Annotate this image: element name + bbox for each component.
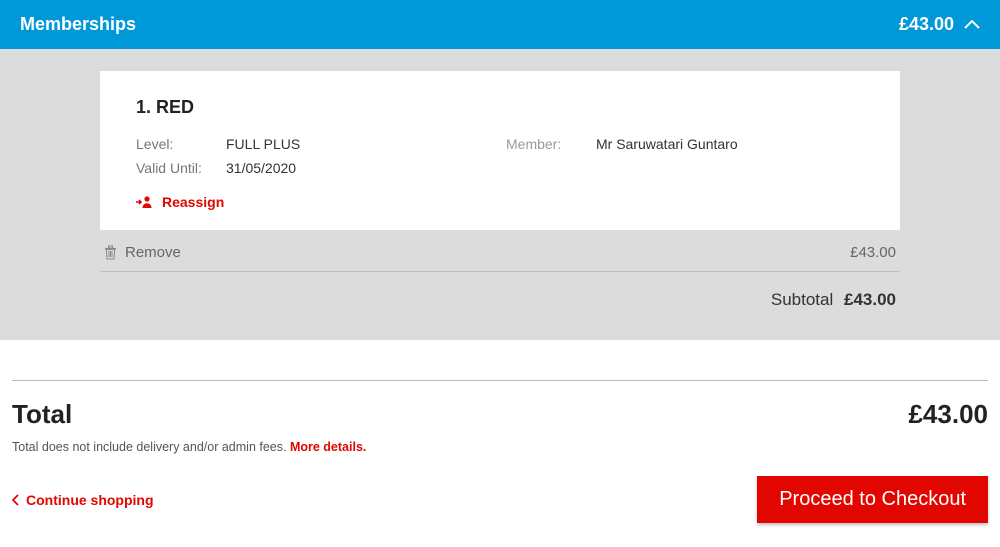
level-label: Level:	[136, 136, 226, 152]
total-row: Total £43.00	[0, 381, 1000, 436]
item-footer-row: Remove £43.00	[100, 234, 900, 272]
total-label: Total	[12, 399, 72, 430]
chevron-left-icon	[12, 494, 20, 506]
item-title: 1. RED	[136, 97, 864, 118]
level-value: FULL PLUS	[226, 136, 506, 152]
subtotal-amount: £43.00	[844, 290, 896, 309]
remove-label: Remove	[125, 244, 181, 261]
footer-row: Continue shopping Proceed to Checkout	[0, 476, 1000, 537]
item-price: £43.00	[850, 244, 896, 261]
valid-until-label: Valid Until:	[136, 160, 226, 176]
panel-header-right: £43.00	[899, 14, 980, 35]
reassign-label: Reassign	[162, 194, 224, 210]
trash-icon	[104, 245, 117, 260]
member-value: Mr Saruwatari Guntaro	[596, 136, 738, 152]
subtotal-row: Subtotal £43.00	[100, 272, 900, 310]
memberships-panel-header[interactable]: Memberships £43.00	[0, 0, 1000, 49]
more-details-link[interactable]: More details.	[290, 440, 366, 454]
details-row: Valid Until: 31/05/2020	[136, 160, 864, 176]
note-text: Total does not include delivery and/or a…	[12, 440, 290, 454]
reassign-button[interactable]: Reassign	[136, 194, 864, 210]
member-label: Member:	[506, 136, 596, 152]
valid-until-value: 31/05/2020	[226, 160, 506, 176]
details-row: Level: FULL PLUS Member: Mr Saruwatari G…	[136, 136, 864, 152]
chevron-up-icon	[964, 20, 980, 30]
panel-title: Memberships	[20, 14, 136, 35]
reassign-icon	[136, 195, 154, 209]
membership-item-card: 1. RED Level: FULL PLUS Member: Mr Saruw…	[100, 71, 900, 230]
remove-button[interactable]: Remove	[104, 244, 181, 261]
subtotal-label: Subtotal	[771, 290, 833, 309]
continue-shopping-link[interactable]: Continue shopping	[12, 492, 154, 508]
continue-shopping-label: Continue shopping	[26, 492, 154, 508]
total-amount: £43.00	[908, 399, 988, 430]
proceed-checkout-button[interactable]: Proceed to Checkout	[757, 476, 988, 523]
panel-header-amount: £43.00	[899, 14, 954, 35]
total-note: Total does not include delivery and/or a…	[0, 436, 1000, 476]
memberships-panel-body: 1. RED Level: FULL PLUS Member: Mr Saruw…	[0, 49, 1000, 340]
